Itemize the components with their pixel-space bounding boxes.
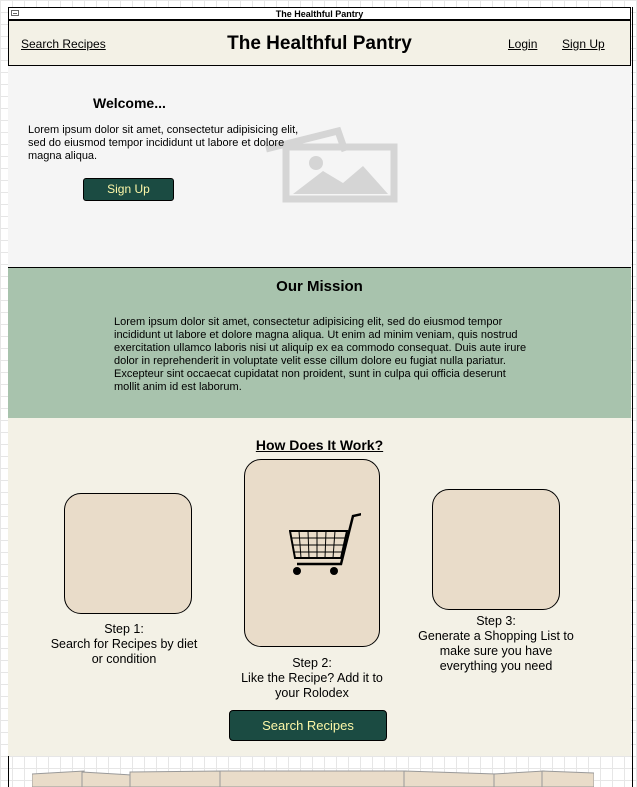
site-header: Search Recipes The Healthful Pantry Logi… <box>8 20 631 66</box>
step-1-card <box>64 493 192 614</box>
collapse-icon[interactable] <box>11 10 19 16</box>
mission-text: Lorem ipsum dolor sit amet, consectetur … <box>114 316 527 393</box>
mission-section: Our Mission Lorem ipsum dolor sit amet, … <box>8 268 631 418</box>
hero-signup-button[interactable]: Sign Up <box>83 178 174 201</box>
hero-section: Welcome... Lorem ipsum dolor sit amet, c… <box>8 66 631 268</box>
recipe-cards-strip <box>32 770 594 787</box>
search-recipes-button[interactable]: Search Recipes <box>229 710 387 741</box>
window-title: The Healthful Pantry <box>275 9 364 19</box>
signup-link[interactable]: Sign Up <box>562 37 605 51</box>
step-3-caption: Step 3: Generate a Shopping List to make… <box>411 614 581 674</box>
how-title: How Does It Work? <box>255 437 384 453</box>
step-3-text: Generate a Shopping List to make sure yo… <box>418 629 574 673</box>
login-link[interactable]: Login <box>508 37 537 51</box>
step-1-text: Search for Recipes by diet or condition <box>50 637 198 666</box>
step-2-text: Like the Recipe? Add it to your Rolodex <box>241 671 383 700</box>
window-titlebar: The Healthful Pantry <box>8 7 631 20</box>
step-3-label: Step 3: <box>476 614 516 628</box>
step-3-card <box>432 489 560 610</box>
how-it-works-section: How Does It Work? Step 1: Search for Rec… <box>8 418 631 756</box>
step-1-caption: Step 1: Search for Recipes by diet or co… <box>46 622 202 667</box>
hero-text: Lorem ipsum dolor sit amet, consectetur … <box>28 124 299 162</box>
step-2-card <box>244 459 380 647</box>
shopping-cart-icon <box>289 512 361 575</box>
step-2-label: Step 2: <box>292 656 332 670</box>
step-1-label: Step 1: <box>104 622 144 636</box>
mission-title: Our Mission <box>276 278 363 295</box>
welcome-heading: Welcome... <box>93 95 166 111</box>
step-2-caption: Step 2: Like the Recipe? Add it to your … <box>238 656 386 701</box>
